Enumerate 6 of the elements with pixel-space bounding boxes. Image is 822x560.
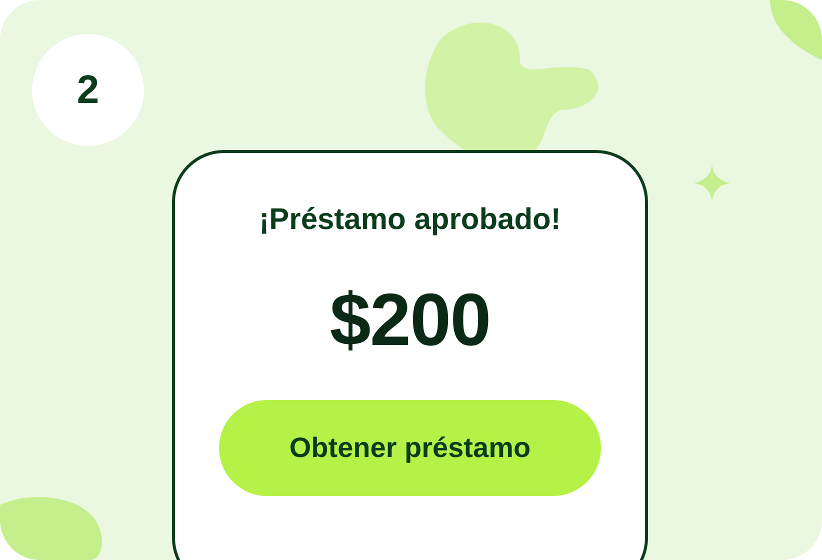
step-number-badge: 2 xyxy=(32,34,144,146)
loan-amount: $200 xyxy=(330,277,490,362)
get-loan-button[interactable]: Obtener préstamo xyxy=(219,400,601,496)
sparkle-icon xyxy=(694,165,730,201)
corner-blob-drawing xyxy=(770,0,822,60)
approval-title: ¡Préstamo aprobado! xyxy=(259,203,561,237)
